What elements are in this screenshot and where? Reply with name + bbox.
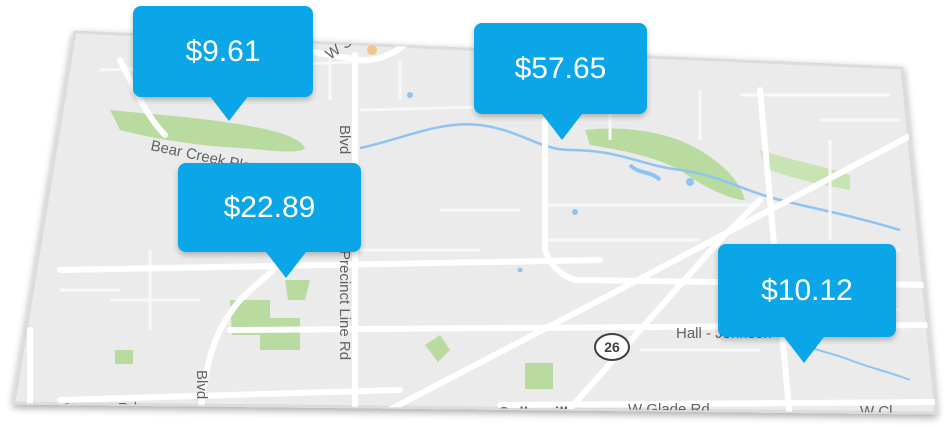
road-label-blvd-top: Blvd <box>336 125 353 154</box>
marker-pointer-icon <box>784 337 824 363</box>
road-label-starnes: Starnes Rd <box>62 400 137 417</box>
road-label-glade: W Glade Rd <box>628 401 710 418</box>
price-label: $57.65 <box>514 51 607 85</box>
pond-2 <box>572 209 578 215</box>
map-label-colleyville: Colleyville <box>498 405 577 422</box>
road-label-blvd-bottom: Blvd <box>193 370 210 399</box>
marker-pointer-icon <box>542 114 582 140</box>
price-label: $22.89 <box>223 190 316 224</box>
marker-pointer-icon <box>266 252 306 278</box>
map-view[interactable]: Bear Creek Pkwy Precinct Line Rd Blvd Bl… <box>0 0 949 427</box>
route-shield-number: 26 <box>604 339 620 355</box>
price-marker-9-61[interactable]: $9.61 <box>133 6 313 121</box>
marker-pointer-icon <box>209 95 249 121</box>
price-label: $10.12 <box>761 273 853 307</box>
pond-4 <box>517 267 523 273</box>
park-small-4 <box>115 350 133 364</box>
road-label-precinct-line: Precinct Line Rd <box>336 250 353 360</box>
price-marker-10-12[interactable]: $10.12 <box>718 244 896 363</box>
park-small-2 <box>525 363 553 389</box>
road-label-w-cl: W Cl <box>860 403 893 420</box>
price-marker-57-65[interactable]: $57.65 <box>474 23 647 140</box>
price-marker-22-89[interactable]: $22.89 <box>178 163 361 278</box>
route-shield-icon: 26 <box>594 333 630 361</box>
poi-icon <box>367 45 377 55</box>
price-label: $9.61 <box>185 34 261 68</box>
pond-1 <box>686 178 694 186</box>
pond-3 <box>407 92 413 98</box>
